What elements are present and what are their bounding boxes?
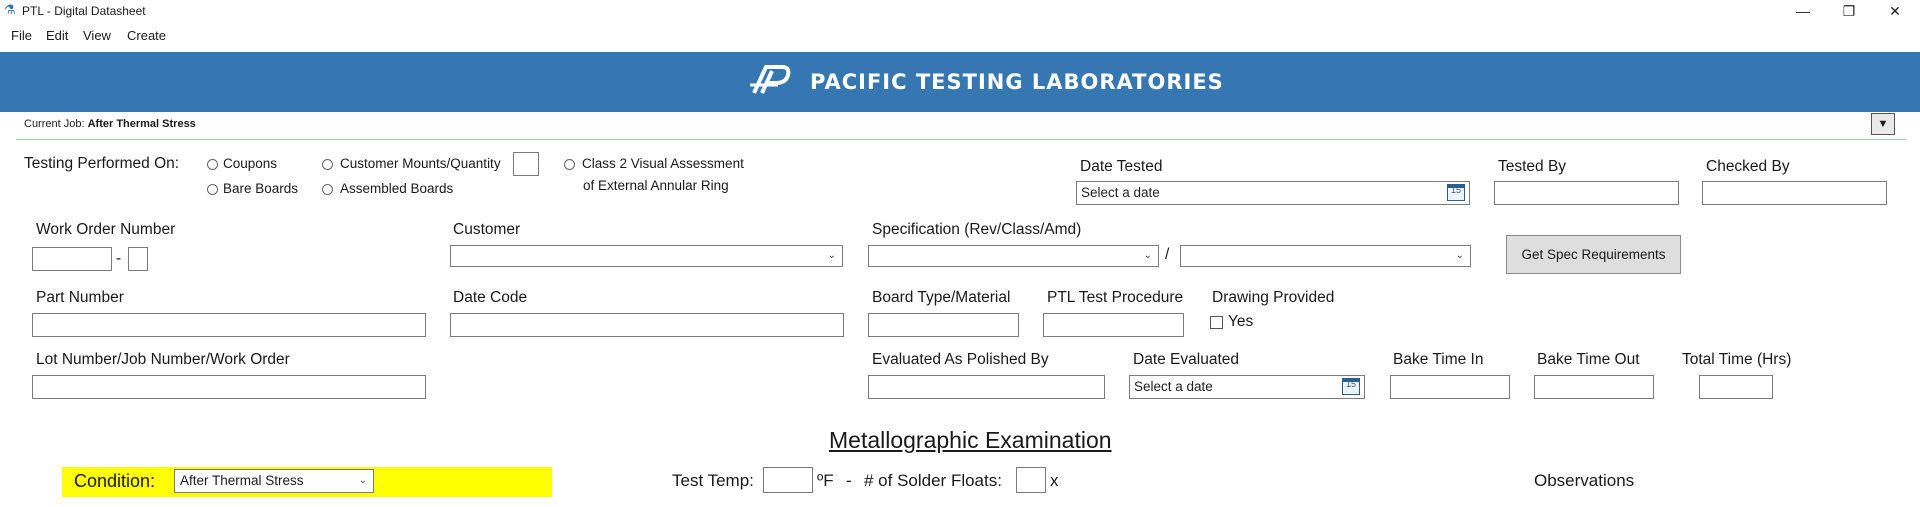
- solder-floats-input[interactable]: [1016, 467, 1046, 493]
- drawing-yes-checkbox[interactable]: [1210, 316, 1223, 329]
- bake-out-input[interactable]: [1534, 375, 1654, 399]
- coupons-radio[interactable]: [207, 159, 218, 170]
- calendar-icon[interactable]: 15: [1342, 378, 1360, 395]
- part-number-label: Part Number: [36, 289, 124, 306]
- app-icon: ⚗: [4, 2, 16, 17]
- bare-boards-label: Bare Boards: [223, 181, 299, 196]
- date-code-label: Date Code: [453, 289, 528, 306]
- customer-mounts-radio[interactable]: [322, 159, 333, 170]
- work-order-suffix-input[interactable]: [128, 247, 148, 271]
- date-tested-label: Date Tested: [1080, 158, 1163, 175]
- evaluated-by-label: Evaluated As Polished By: [872, 351, 1049, 368]
- specification-select[interactable]: ⌄: [868, 245, 1159, 267]
- menu-edit[interactable]: Edit: [46, 26, 68, 46]
- testing-label: Testing Performed On:: [24, 155, 180, 172]
- total-time-label: Total Time (Hrs): [1682, 351, 1792, 368]
- observations-label: Observations: [1534, 471, 1635, 490]
- tested-by-label: Tested By: [1498, 158, 1567, 175]
- calendar-icon[interactable]: 15: [1447, 184, 1465, 201]
- test-procedure-input[interactable]: [1043, 313, 1184, 337]
- date-tested-placeholder: Select a date: [1081, 185, 1160, 200]
- menu-file[interactable]: File: [11, 26, 32, 46]
- date-tested-picker[interactable]: Select a date 15: [1076, 181, 1470, 205]
- date-evaluated-label: Date Evaluated: [1133, 351, 1239, 368]
- bake-out-label: Bake Time Out: [1537, 351, 1640, 368]
- chevron-down-icon: ⌄: [827, 250, 836, 261]
- customer-mounts-label: Customer Mounts/Quantity: [340, 156, 501, 171]
- company-name: PACIFIC TESTING LABORATORIES: [810, 70, 1224, 94]
- bake-in-input[interactable]: [1390, 375, 1510, 399]
- current-job-value: After Thermal Stress: [87, 118, 196, 130]
- class2-label-line2: of External Annular Ring: [583, 178, 729, 193]
- temp-unit: ºF: [817, 471, 834, 490]
- temp-dash: -: [846, 471, 852, 490]
- date-evaluated-placeholder: Select a date: [1134, 379, 1213, 394]
- mounts-quantity-input[interactable]: [513, 152, 539, 176]
- chevron-down-icon: ⌄: [1143, 250, 1152, 261]
- evaluated-by-input[interactable]: [868, 375, 1105, 399]
- condition-label: Condition:: [74, 471, 156, 491]
- assembled-boards-radio[interactable]: [322, 184, 333, 195]
- divider: [16, 139, 1906, 140]
- floats-suffix: x: [1050, 471, 1059, 490]
- work-order-dash: -: [116, 250, 122, 267]
- close-button[interactable]: ✕: [1872, 0, 1918, 22]
- test-temp-input[interactable]: [763, 467, 813, 493]
- customer-select[interactable]: ⌄: [450, 245, 843, 267]
- test-temp-label: Test Temp:: [672, 471, 754, 490]
- specification-class-select[interactable]: ⌄: [1180, 245, 1471, 267]
- tested-by-input[interactable]: [1494, 181, 1679, 205]
- checked-by-input[interactable]: [1702, 181, 1887, 205]
- specification-separator: /: [1165, 246, 1170, 263]
- menu-create[interactable]: Create: [127, 26, 166, 46]
- restore-button[interactable]: ❐: [1826, 0, 1872, 22]
- test-procedure-label: PTL Test Procedure: [1047, 289, 1184, 306]
- current-job-label: Current Job:: [24, 118, 85, 130]
- coupons-label: Coupons: [223, 156, 278, 171]
- part-number-input[interactable]: [32, 313, 426, 337]
- drawing-label: Drawing Provided: [1212, 289, 1335, 306]
- date-code-input[interactable]: [450, 313, 844, 337]
- work-order-label: Work Order Number: [36, 221, 176, 238]
- window-title: PTL - Digital Datasheet: [22, 4, 146, 18]
- customer-label: Customer: [453, 221, 521, 238]
- bare-boards-radio[interactable]: [207, 184, 218, 195]
- get-spec-requirements-button[interactable]: Get Spec Requirements: [1506, 235, 1681, 274]
- assembled-boards-label: Assembled Boards: [340, 181, 454, 196]
- class2-label-line1: Class 2 Visual Assessment: [582, 156, 744, 171]
- chevron-down-icon: ▼: [1877, 118, 1889, 130]
- solder-floats-label: # of Solder Floats:: [864, 471, 1002, 490]
- condition-value: After Thermal Stress: [180, 473, 304, 488]
- current-job-dropdown-button[interactable]: ▼: [1871, 113, 1895, 135]
- lot-number-label: Lot Number/Job Number/Work Order: [36, 351, 290, 368]
- section-title: Metallographic Examination: [829, 427, 1112, 453]
- chevron-down-icon: ⌄: [358, 475, 367, 486]
- drawing-yes-label: Yes: [1228, 313, 1254, 330]
- checked-by-label: Checked By: [1706, 158, 1790, 175]
- current-job: Current Job: After Thermal Stress: [24, 118, 196, 130]
- chevron-down-icon: ⌄: [1455, 250, 1464, 261]
- specification-label: Specification (Rev/Class/Amd): [872, 221, 1082, 238]
- work-order-input[interactable]: [32, 247, 112, 271]
- board-type-label: Board Type/Material: [872, 289, 1011, 306]
- ptl-logo-icon: [750, 65, 791, 94]
- menu-view[interactable]: View: [83, 26, 111, 46]
- class2-radio[interactable]: [564, 159, 575, 170]
- bake-in-label: Bake Time In: [1393, 351, 1484, 368]
- title-bar: ⚗ PTL - Digital Datasheet — ❐ ✕: [0, 0, 1920, 22]
- lot-number-input[interactable]: [32, 375, 426, 399]
- date-evaluated-picker[interactable]: Select a date 15: [1129, 375, 1365, 399]
- board-type-input[interactable]: [868, 313, 1019, 337]
- condition-select[interactable]: After Thermal Stress ⌄: [174, 469, 374, 493]
- minimize-button[interactable]: —: [1780, 0, 1826, 22]
- total-time-input[interactable]: [1699, 375, 1773, 399]
